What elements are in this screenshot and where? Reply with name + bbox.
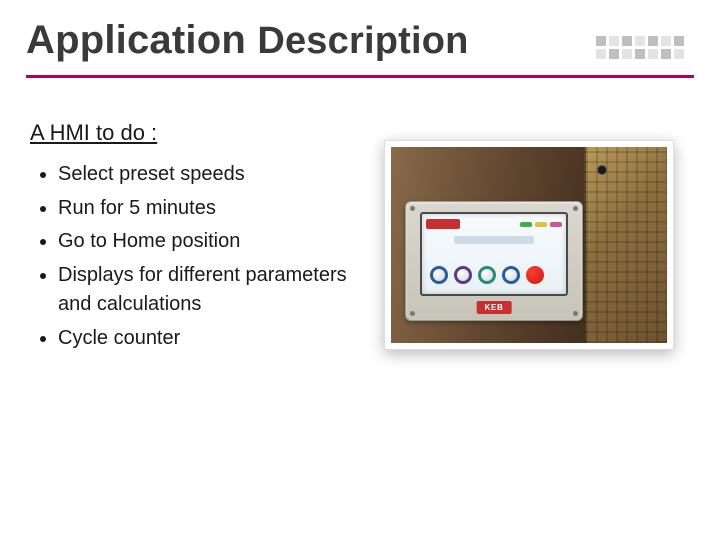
left-column: A HMI to do : Select preset speeds Run f… xyxy=(26,120,356,358)
status-tag-icon xyxy=(426,219,460,229)
indicator-green-icon xyxy=(520,222,532,227)
slide-title: Application Description xyxy=(26,18,469,63)
hmi-photo: KEB xyxy=(391,147,667,343)
hmi-screen xyxy=(420,212,568,296)
hmi-panel: KEB xyxy=(405,201,583,321)
list-item: Go to Home position xyxy=(58,227,356,257)
list-item: Displays for different parameters and ca… xyxy=(58,261,356,320)
divider xyxy=(26,75,694,78)
title-row: Application Description xyxy=(26,18,694,63)
list-item: Select preset speeds xyxy=(58,160,356,190)
subheading: A HMI to do : xyxy=(30,120,356,146)
slide: Application Description A HMI to do : Se… xyxy=(0,0,720,540)
gauge-blue-icon xyxy=(502,266,520,284)
gauge-purple-icon xyxy=(454,266,472,284)
stop-button-icon xyxy=(526,266,544,284)
indicator-yellow-icon xyxy=(535,222,547,227)
feature-list: Select preset speeds Run for 5 minutes G… xyxy=(30,160,356,354)
knob-icon xyxy=(597,165,607,175)
title-part2: Description xyxy=(257,20,468,62)
gauge-blue-icon xyxy=(430,266,448,284)
content-row: A HMI to do : Select preset speeds Run f… xyxy=(26,120,694,358)
gauge-teal-icon xyxy=(478,266,496,284)
logo-mark xyxy=(596,36,684,59)
list-item: Run for 5 minutes xyxy=(58,194,356,224)
screen-label-icon xyxy=(454,236,534,244)
list-item: Cycle counter xyxy=(58,324,356,354)
dial-row xyxy=(430,266,544,284)
photo-frame: KEB xyxy=(384,140,674,350)
title-part1: Application xyxy=(26,18,246,62)
right-column: KEB xyxy=(384,120,694,358)
indicator-pink-icon xyxy=(550,222,562,227)
brand-plate: KEB xyxy=(477,301,512,314)
cabinet-grille xyxy=(584,147,667,343)
